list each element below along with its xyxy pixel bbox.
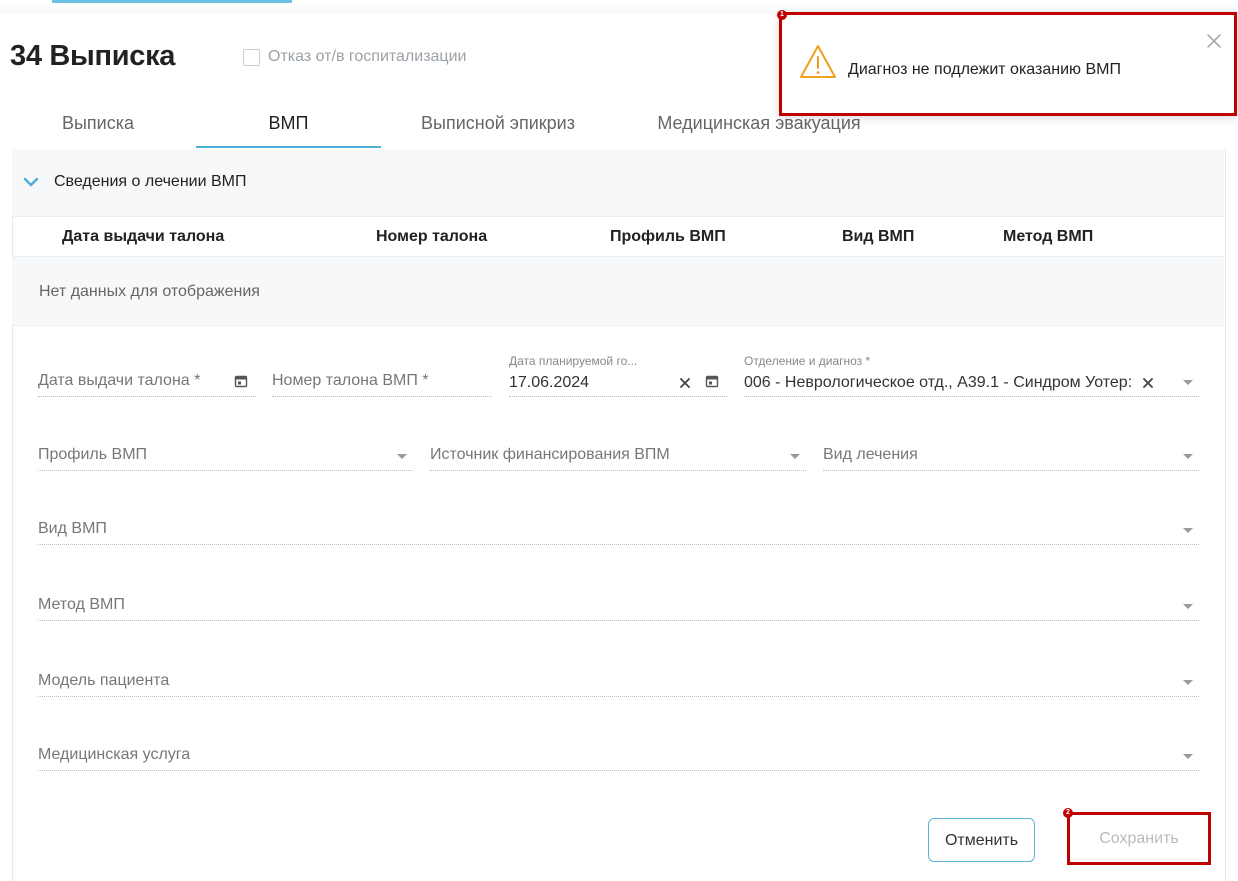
empty-table-text: Нет данных для отображения <box>39 283 260 300</box>
vmp-profile-select[interactable]: Профиль ВМП <box>38 432 413 471</box>
ticket-number-label: Номер талона ВМП * <box>272 372 429 389</box>
column-ticket-number[interactable]: Номер талона <box>376 228 487 246</box>
table-header: Дата выдачи талона Номер талона Профиль … <box>12 216 1224 257</box>
ticket-number-field[interactable]: Номер талона ВМП * <box>272 358 492 397</box>
chevron-down-icon[interactable] <box>1183 604 1193 609</box>
vmp-type-label: Вид ВМП <box>38 520 107 537</box>
planned-date-value: 17.06.2024 <box>509 374 590 391</box>
department-diagnosis-field[interactable]: Отделение и диагноз * 006 - Неврологичес… <box>744 354 1199 397</box>
checkbox-box[interactable] <box>243 48 260 66</box>
planned-date-field[interactable]: Дата планируемой го... 17.06.2024 <box>509 354 727 397</box>
notification-message: Диагноз не подлежит оказанию ВМП <box>848 61 1121 78</box>
column-issue-date[interactable]: Дата выдачи талона <box>62 228 224 246</box>
treatment-type-select[interactable]: Вид лечения <box>823 432 1199 471</box>
medical-service-label: Медицинская услуга <box>38 746 191 763</box>
page-title: 34 Выписка <box>10 40 176 72</box>
notification-toast: Диагноз не подлежит оказанию ВМП <box>779 12 1237 116</box>
empty-table-row: Нет данных для отображения <box>12 257 1224 326</box>
column-vmp-type[interactable]: Вид ВМП <box>842 228 914 246</box>
chevron-down-icon[interactable] <box>1183 754 1193 759</box>
clear-icon[interactable] <box>1142 377 1154 389</box>
vmp-type-select[interactable]: Вид ВМП <box>38 506 1199 545</box>
close-icon[interactable] <box>1206 33 1222 49</box>
save-button-highlight: Сохранить <box>1067 812 1211 865</box>
medical-service-select[interactable]: Медицинская услуга <box>38 732 1199 771</box>
vmp-method-select[interactable]: Метод ВМП <box>38 582 1199 621</box>
chevron-down-icon[interactable] <box>1183 380 1193 385</box>
save-button[interactable]: Сохранить <box>1073 818 1205 859</box>
column-vmp-method[interactable]: Метод ВМП <box>1003 228 1093 246</box>
cancel-button[interactable]: Отменить <box>928 818 1035 862</box>
patient-model-label: Модель пациента <box>38 672 170 689</box>
planned-date-label: Дата планируемой го... <box>509 354 638 368</box>
column-vmp-profile[interactable]: Профиль ВМП <box>610 228 726 246</box>
chevron-down-icon[interactable] <box>1183 454 1193 459</box>
funding-source-select[interactable]: Источник финансирования ВПМ <box>430 432 806 471</box>
issue-date-label: Дата выдачи талона * <box>38 372 201 389</box>
tab-bar: Выписка ВМП Выписной эпикриз Медицинская… <box>28 100 908 149</box>
chevron-down-icon[interactable] <box>1183 528 1193 533</box>
tab-vypiska[interactable]: Выписка <box>28 100 168 146</box>
tab-discharge-epicrisis[interactable]: Выписной эпикриз <box>398 100 598 146</box>
chevron-down-icon[interactable] <box>790 454 800 459</box>
refuse-hospitalization-label: Отказ от/в госпитализации <box>268 48 467 65</box>
clear-icon[interactable] <box>679 377 691 389</box>
tab-vmp[interactable]: ВМП <box>196 100 381 149</box>
warning-icon <box>800 45 836 78</box>
chevron-down-icon[interactable] <box>397 454 407 459</box>
treatment-type-label: Вид лечения <box>823 446 918 463</box>
section-header[interactable]: Сведения о лечении ВМП <box>12 149 1224 217</box>
vmp-method-label: Метод ВМП <box>38 596 125 613</box>
top-tab-underline <box>52 0 292 3</box>
calendar-icon[interactable] <box>705 374 719 388</box>
vmp-profile-label: Профиль ВМП <box>38 446 148 463</box>
marker-1: 1 <box>777 10 787 20</box>
chevron-down-icon[interactable] <box>22 173 40 191</box>
department-diagnosis-value: 006 - Неврологическое отд., A39.1 - Синд… <box>744 374 1133 391</box>
calendar-icon[interactable] <box>234 374 248 388</box>
funding-source-label: Источник финансирования ВПМ <box>430 446 670 463</box>
refuse-hospitalization-checkbox[interactable]: Отказ от/в госпитализации <box>243 48 466 66</box>
patient-model-select[interactable]: Модель пациента <box>38 658 1199 697</box>
department-diagnosis-label: Отделение и диагноз * <box>744 354 871 368</box>
chevron-down-icon[interactable] <box>1183 680 1193 685</box>
marker-2: 2 <box>1063 808 1073 818</box>
issue-date-field[interactable]: Дата выдачи талона * <box>38 358 256 397</box>
section-title: Сведения о лечении ВМП <box>54 173 247 190</box>
